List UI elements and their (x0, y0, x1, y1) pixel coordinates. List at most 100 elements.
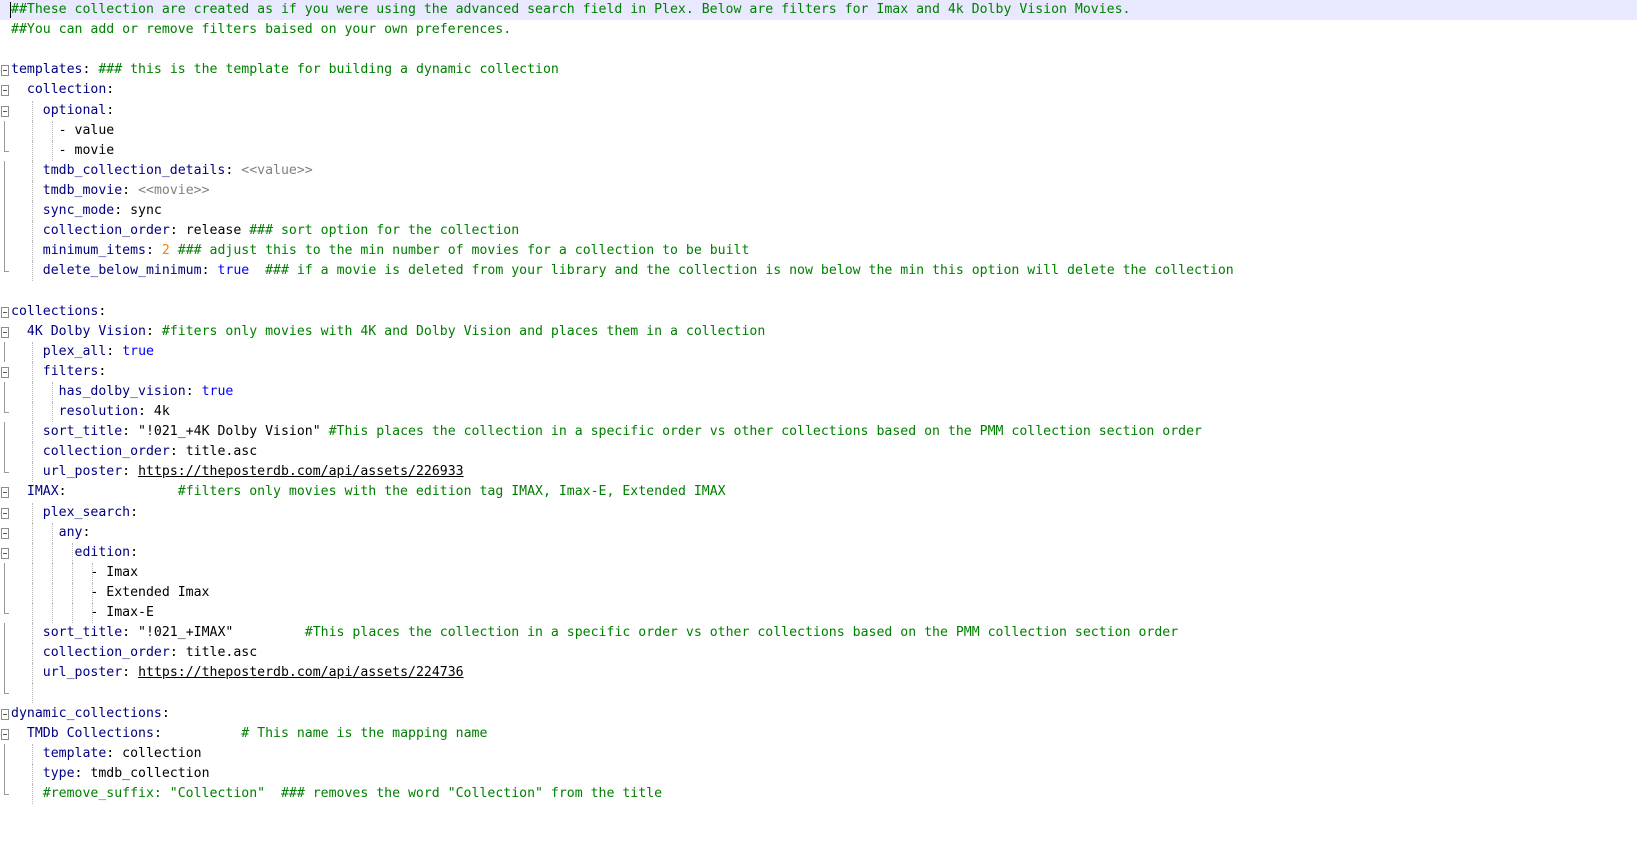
yaml-value: : (185, 383, 202, 399)
fold-marker (0, 422, 9, 443)
yaml-value (11, 424, 43, 439)
fold-toggle-icon[interactable] (0, 80, 9, 100)
code-line[interactable]: sort_title: "!021_+4K Dolby Vision" #Thi… (0, 422, 1637, 443)
line-text: sync_mode: sync (11, 201, 162, 221)
code-line[interactable]: plex_all: true (0, 341, 1637, 362)
yaml-value (249, 263, 265, 278)
yaml-value (11, 183, 43, 198)
code-line[interactable] (0, 683, 1637, 704)
fold-toggle-icon[interactable] (0, 322, 9, 342)
yaml-value: - movie (11, 142, 115, 158)
fold-toggle-icon[interactable] (0, 101, 9, 121)
code-line[interactable]: plex_search: (0, 502, 1637, 523)
code-line[interactable]: optional: (0, 100, 1637, 121)
code-line[interactable]: filters: (0, 361, 1637, 382)
code-line[interactable]: - Extended Imax (0, 582, 1637, 603)
fold-marker (0, 683, 9, 703)
yaml-key: sort_title (42, 625, 123, 641)
url-link[interactable]: https://theposterdb.com/api/assets/22473… (138, 665, 464, 680)
fold-toggle-icon[interactable] (0, 704, 9, 724)
yaml-key: IMAX (26, 484, 59, 500)
line-text: optional: (11, 101, 114, 121)
line-text: filters: (11, 362, 107, 382)
code-editor[interactable]: ##These collection are created as if you… (0, 0, 1637, 860)
code-line[interactable]: tmdb_movie: <<movie>> (0, 180, 1637, 201)
yaml-value: : (82, 62, 99, 78)
yaml-value (11, 82, 27, 97)
yaml-value: : (122, 464, 139, 480)
yaml-value (11, 223, 43, 238)
code-line[interactable]: tmdb_collection_details: <<value>> (0, 160, 1637, 181)
fold-toggle-icon[interactable] (0, 503, 9, 523)
code-line[interactable] (0, 281, 1637, 301)
code-line[interactable]: - value (0, 120, 1637, 141)
fold-marker (0, 261, 9, 281)
yaml-comment: # This name is the mapping name (241, 725, 488, 741)
code-line[interactable]: edition: (0, 542, 1637, 563)
line-text: 4K Dolby Vision: #fiters only movies wit… (11, 322, 765, 342)
code-line[interactable]: collection_order: release ### sort optio… (0, 221, 1637, 242)
code-line[interactable]: ##You can add or remove filters baised o… (0, 20, 1637, 40)
line-text: any: (11, 523, 91, 543)
code-line[interactable]: resolution: 4k (0, 402, 1637, 422)
code-line[interactable]: type: tmdb_collection (0, 763, 1637, 784)
code-line[interactable] (0, 40, 1637, 60)
code-line[interactable]: has_dolby_vision: true (0, 381, 1637, 402)
code-line[interactable]: - Imax (0, 562, 1637, 583)
code-line[interactable]: delete_below_minimum: true ### if a movi… (0, 261, 1637, 282)
code-line[interactable]: collection: (0, 80, 1637, 100)
yaml-value (11, 384, 59, 399)
yaml-key: plex_all (42, 343, 107, 359)
code-line[interactable]: sort_title: "!021_+IMAX" #This places th… (0, 623, 1637, 644)
fold-marker (0, 160, 9, 181)
yaml-key: sync_mode (42, 203, 115, 218)
yaml-key: collection_order (42, 223, 170, 239)
url-link[interactable]: https://theposterdb.com/api/assets/22693… (138, 464, 464, 479)
code-line[interactable]: collection_order: title.asc (0, 442, 1637, 463)
code-line[interactable]: minimum_items: 2 ### adjust this to the … (0, 241, 1637, 262)
code-line[interactable]: any: (0, 522, 1637, 543)
yaml-value (11, 203, 43, 218)
code-line[interactable]: 4K Dolby Vision: #fiters only movies wit… (0, 322, 1637, 342)
line-text: collection: (11, 80, 114, 100)
code-line[interactable]: collections: (0, 302, 1637, 322)
fold-toggle-icon[interactable] (0, 362, 9, 382)
fold-marker (0, 603, 9, 623)
code-line[interactable]: collection_order: title.asc (0, 643, 1637, 664)
fold-marker (0, 763, 9, 784)
code-line[interactable]: url_poster: https://theposterdb.com/api/… (0, 462, 1637, 483)
fold-toggle-icon[interactable] (0, 60, 9, 80)
code-line[interactable]: templates: ### this is the template for … (0, 60, 1637, 80)
yaml-value: - value (11, 122, 115, 138)
line-text: tmdb_collection_details: <<value>> (11, 161, 313, 181)
code-line[interactable]: dynamic_collections: (0, 704, 1637, 724)
code-line[interactable]: sync_mode: sync (0, 201, 1637, 221)
code-line[interactable]: TMDb Collections: # This name is the map… (0, 724, 1637, 744)
code-line[interactable]: IMAX: #filters only movies with the edit… (0, 482, 1637, 502)
line-text: collection_order: release ### sort optio… (11, 221, 519, 241)
yaml-number: 2 (161, 243, 170, 259)
code-line[interactable]: #remove_suffix: "Collection" ### removes… (0, 783, 1637, 804)
yaml-value (11, 163, 43, 178)
yaml-key: tmdb_movie (42, 182, 123, 198)
yaml-value (11, 665, 43, 680)
fold-marker (0, 241, 9, 262)
yaml-value (11, 726, 27, 741)
yaml-key: collection_order (42, 645, 170, 661)
yaml-variable: <<movie>> (138, 182, 210, 198)
code-line[interactable]: url_poster: https://theposterdb.com/api/… (0, 663, 1637, 684)
fold-toggle-icon[interactable] (0, 523, 9, 543)
code-line[interactable]: - Imax-E (0, 603, 1637, 623)
code-line[interactable]: template: collection (0, 743, 1637, 764)
fold-toggle-icon[interactable] (0, 543, 9, 563)
yaml-value (11, 786, 43, 801)
code-line-current[interactable]: ##These collection are created as if you… (0, 0, 1637, 20)
line-text: ##These collection are created as if you… (11, 0, 1130, 20)
fold-toggle-icon[interactable] (0, 302, 9, 322)
yaml-value (11, 444, 43, 459)
code-line[interactable]: - movie (0, 140, 1637, 161)
line-text: resolution: 4k (11, 402, 170, 422)
fold-toggle-icon[interactable] (0, 482, 9, 502)
fold-toggle-icon[interactable] (0, 724, 9, 744)
line-text: #remove_suffix: "Collection" ### removes… (11, 784, 662, 804)
